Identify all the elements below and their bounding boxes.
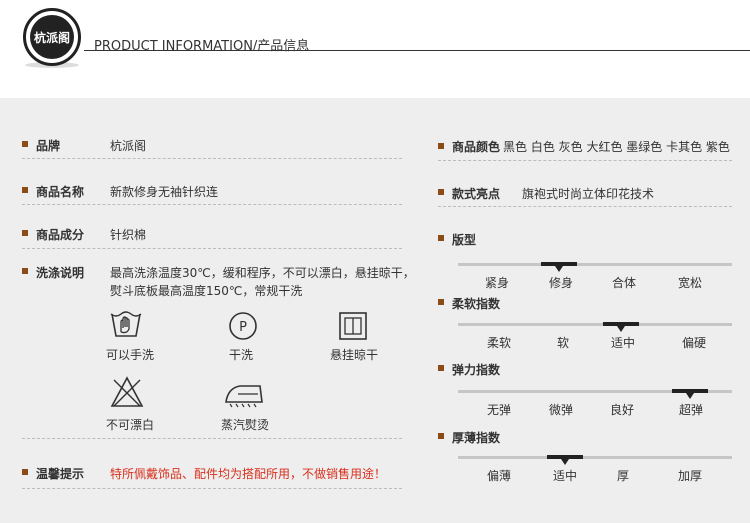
divider: [22, 248, 402, 249]
fit-option: 紧身: [485, 276, 510, 290]
material-value: 针织棉: [110, 228, 147, 242]
page-title: PRODUCT INFORMATION/产品信息: [94, 39, 310, 54]
tip-value: 特所佩戴饰品、配件均为搭配所用，不做销售用途！: [110, 467, 387, 481]
steam-iron-label: 蒸汽熨烫: [221, 418, 270, 432]
thickness-scale-pointer: [561, 459, 569, 465]
bullet: [438, 299, 444, 305]
header: 杭派阁 PRODUCT INFORMATION/产品信息: [0, 0, 750, 98]
bullet: [22, 469, 28, 475]
bullet: [22, 141, 28, 147]
wash-line-2: 熨斗底板最高温度150℃，常规干洗: [110, 284, 303, 298]
fit-scale-bar: [458, 263, 732, 266]
fit-option: 宽松: [678, 276, 703, 290]
fit-scale-pointer: [555, 266, 563, 272]
bullet: [438, 235, 444, 241]
thickness-option: 适中: [553, 469, 578, 483]
softness-option: 偏硬: [682, 336, 707, 350]
hang-dry-label: 悬挂晾干: [330, 348, 379, 362]
hang-dry-icon: [338, 311, 368, 345]
elasticity-option: 微弹: [549, 403, 574, 417]
bullet: [438, 433, 444, 439]
thickness-option: 厚: [617, 469, 630, 483]
bullet: [438, 189, 444, 195]
bullet: [22, 230, 28, 236]
tip-label: 温馨提示: [36, 467, 85, 481]
bullet: [438, 143, 444, 149]
no-bleach-label: 不可漂白: [106, 418, 155, 432]
softness-option: 适中: [611, 336, 636, 350]
softness-scale-pointer: [617, 326, 625, 332]
product-name-value: 新款修身无袖针织连: [110, 185, 219, 199]
style-label: 款式亮点: [452, 187, 501, 201]
wash-line-1: 最高洗涤温度30℃，缓和程序，不可以漂白，悬挂晾干，: [110, 266, 415, 280]
divider: [22, 488, 402, 489]
logo: 杭派阁: [23, 8, 81, 66]
material-label: 商品成分: [36, 228, 85, 242]
no-bleach-icon: [110, 376, 144, 412]
softness-option: 柔软: [487, 336, 512, 350]
dry-clean-icon: P: [228, 311, 258, 345]
fit-option: 修身: [549, 276, 574, 290]
softness-label: 柔软指数: [452, 297, 501, 311]
hand-wash-label: 可以手洗: [106, 348, 155, 362]
divider: [438, 206, 732, 207]
colors-label: 商品颜色: [452, 140, 501, 154]
divider: [22, 438, 402, 439]
brand-label: 品牌: [36, 139, 61, 153]
fit-label: 版型: [452, 233, 477, 247]
colors-value: 黑色 白色 灰色 大红色 墨绿色 卡其色 紫色: [503, 140, 730, 154]
product-name-label: 商品名称: [36, 185, 85, 199]
bullet: [22, 268, 28, 274]
thickness-option: 偏薄: [487, 469, 512, 483]
divider: [22, 158, 402, 159]
bullet: [22, 187, 28, 193]
bullet: [438, 365, 444, 371]
divider: [22, 204, 402, 205]
svg-text:P: P: [239, 320, 247, 335]
elasticity-option: 超弹: [679, 403, 704, 417]
brand-value: 杭派阁: [110, 139, 147, 153]
thickness-label: 厚薄指数: [452, 431, 501, 445]
product-info-panel: 品牌 杭派阁 商品名称 新款修身无袖针织连 商品成分 针织棉 洗涤说明 最高洗涤…: [0, 98, 750, 523]
steam-iron-icon: [224, 382, 264, 412]
wash-label: 洗涤说明: [36, 266, 85, 280]
softness-option: 软: [557, 336, 570, 350]
elasticity-option: 良好: [610, 403, 635, 417]
style-value: 旗袍式时尚立体印花技术: [522, 187, 655, 201]
hand-wash-icon: [110, 310, 142, 344]
elasticity-scale-pointer: [686, 393, 694, 399]
thickness-option: 加厚: [678, 469, 703, 483]
elasticity-option: 无弹: [487, 403, 512, 417]
logo-text: 杭派阁: [30, 15, 74, 59]
divider: [438, 160, 732, 161]
fit-option: 合体: [612, 276, 637, 290]
elasticity-label: 弹力指数: [452, 363, 501, 377]
dry-clean-label: 干洗: [229, 348, 254, 362]
softness-scale-bar: [458, 323, 732, 326]
thickness-scale-bar: [458, 456, 732, 459]
